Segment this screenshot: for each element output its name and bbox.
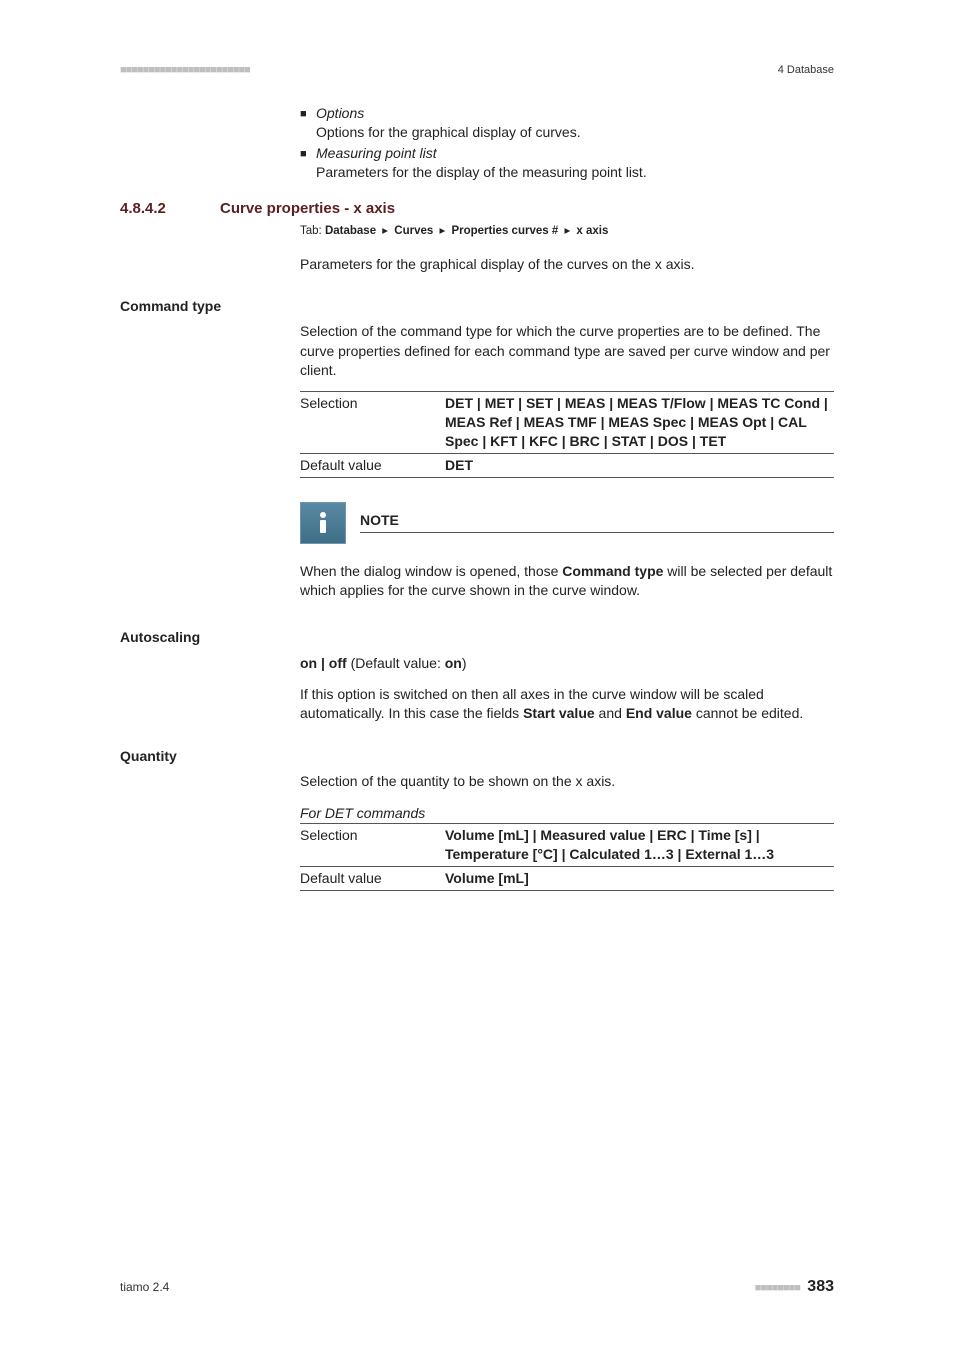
chevron-right-icon: ▸ [382, 223, 388, 237]
divider [300, 477, 834, 478]
row-value: DET [445, 456, 834, 475]
info-icon [300, 502, 346, 544]
chevron-right-icon: ▸ [564, 223, 570, 237]
divider [300, 391, 834, 392]
tab-segment: x axis [576, 225, 608, 237]
command-type-heading: Command type [120, 298, 290, 314]
quantity-desc: Selection of the quantity to be shown on… [300, 772, 834, 792]
table-row: Default value Volume [mL] [300, 869, 834, 888]
divider [300, 823, 834, 824]
table-row: Default value DET [300, 456, 834, 475]
command-type-desc: Selection of the command type for which … [300, 322, 834, 381]
list-item: ■ Options Options for the graphical disp… [300, 104, 834, 142]
note-title: NOTE [360, 512, 834, 532]
table-row: Selection DET | MET | SET | MEAS | MEAS … [300, 394, 834, 451]
tab-segment: Properties curves # [451, 225, 558, 237]
quantity-heading: Quantity [120, 748, 290, 764]
tab-segment: Database [325, 225, 376, 237]
autoscaling-desc: If this option is switched on then all a… [300, 685, 834, 724]
list-item: ■ Measuring point list Parameters for th… [300, 144, 834, 182]
autoscaling-field: End value [626, 705, 692, 721]
note-text: When the dialog window is opened, those [300, 563, 562, 579]
page-header: ■■■■■■■■■■■■■■■■■■■■■■■ 4 Database [120, 64, 834, 76]
command-type-table: Selection DET | MET | SET | MEAS | MEAS … [300, 391, 834, 478]
row-key: Default value [300, 456, 445, 475]
header-stripes: ■■■■■■■■■■■■■■■■■■■■■■■ [120, 64, 250, 76]
bullet-desc: Parameters for the display of the measur… [316, 163, 647, 182]
row-value: Volume [mL] [445, 869, 834, 888]
autoscaling-values: on | off (Default value: on) [300, 655, 834, 671]
bullet-list: ■ Options Options for the graphical disp… [300, 104, 834, 182]
row-key: Default value [300, 869, 445, 888]
section-title: Curve properties - x axis [220, 200, 395, 217]
tab-label: Tab: [300, 225, 322, 237]
onoff-text: ) [462, 655, 467, 671]
autoscaling-text: and [595, 705, 626, 721]
bullet-label: Options [316, 104, 581, 123]
row-key: Selection [300, 826, 445, 864]
bullet-icon: ■ [300, 104, 316, 142]
row-value: Volume [mL] | Measured value | ERC | Tim… [445, 826, 834, 864]
quantity-for-label: For DET commands [300, 805, 834, 821]
section-intro: Parameters for the graphical display of … [300, 255, 834, 275]
divider [300, 866, 834, 867]
table-row: Selection Volume [mL] | Measured value |… [300, 826, 834, 864]
quantity-table: For DET commands Selection Volume [mL] |… [300, 805, 834, 891]
divider [300, 890, 834, 891]
row-value: DET | MET | SET | MEAS | MEAS T/Flow | M… [445, 394, 834, 451]
page-number: 383 [807, 1278, 834, 1295]
chevron-right-icon: ▸ [439, 223, 445, 237]
page-footer: tiamo 2.4 ■■■■■■■■ 383 [120, 1278, 834, 1296]
section-number: 4.8.4.2 [120, 200, 220, 217]
row-key: Selection [300, 394, 445, 451]
onoff-values: on | off [300, 655, 347, 671]
note-box: NOTE When the dialog window is opened, t… [300, 502, 834, 601]
onoff-text: (Default value: [347, 655, 445, 671]
autoscaling-field: Start value [523, 705, 595, 721]
tab-path: Tab: Database ▸ Curves ▸ Properties curv… [300, 223, 834, 237]
header-chapter: 4 Database [778, 64, 834, 76]
footer-stripes: ■■■■■■■■ [755, 1282, 800, 1294]
note-body: When the dialog window is opened, those … [300, 562, 834, 601]
bullet-desc: Options for the graphical display of cur… [316, 123, 581, 142]
tab-segment: Curves [394, 225, 433, 237]
note-text-bold: Command type [562, 563, 663, 579]
bullet-label: Measuring point list [316, 144, 647, 163]
autoscaling-text: cannot be edited. [692, 705, 803, 721]
bullet-icon: ■ [300, 144, 316, 182]
divider [360, 532, 834, 533]
onoff-default: on [445, 655, 462, 671]
divider [300, 453, 834, 454]
section-heading: 4.8.4.2 Curve properties - x axis [120, 200, 834, 217]
autoscaling-heading: Autoscaling [120, 629, 290, 645]
info-icon-svg [313, 511, 333, 535]
footer-product: tiamo 2.4 [120, 1280, 169, 1294]
